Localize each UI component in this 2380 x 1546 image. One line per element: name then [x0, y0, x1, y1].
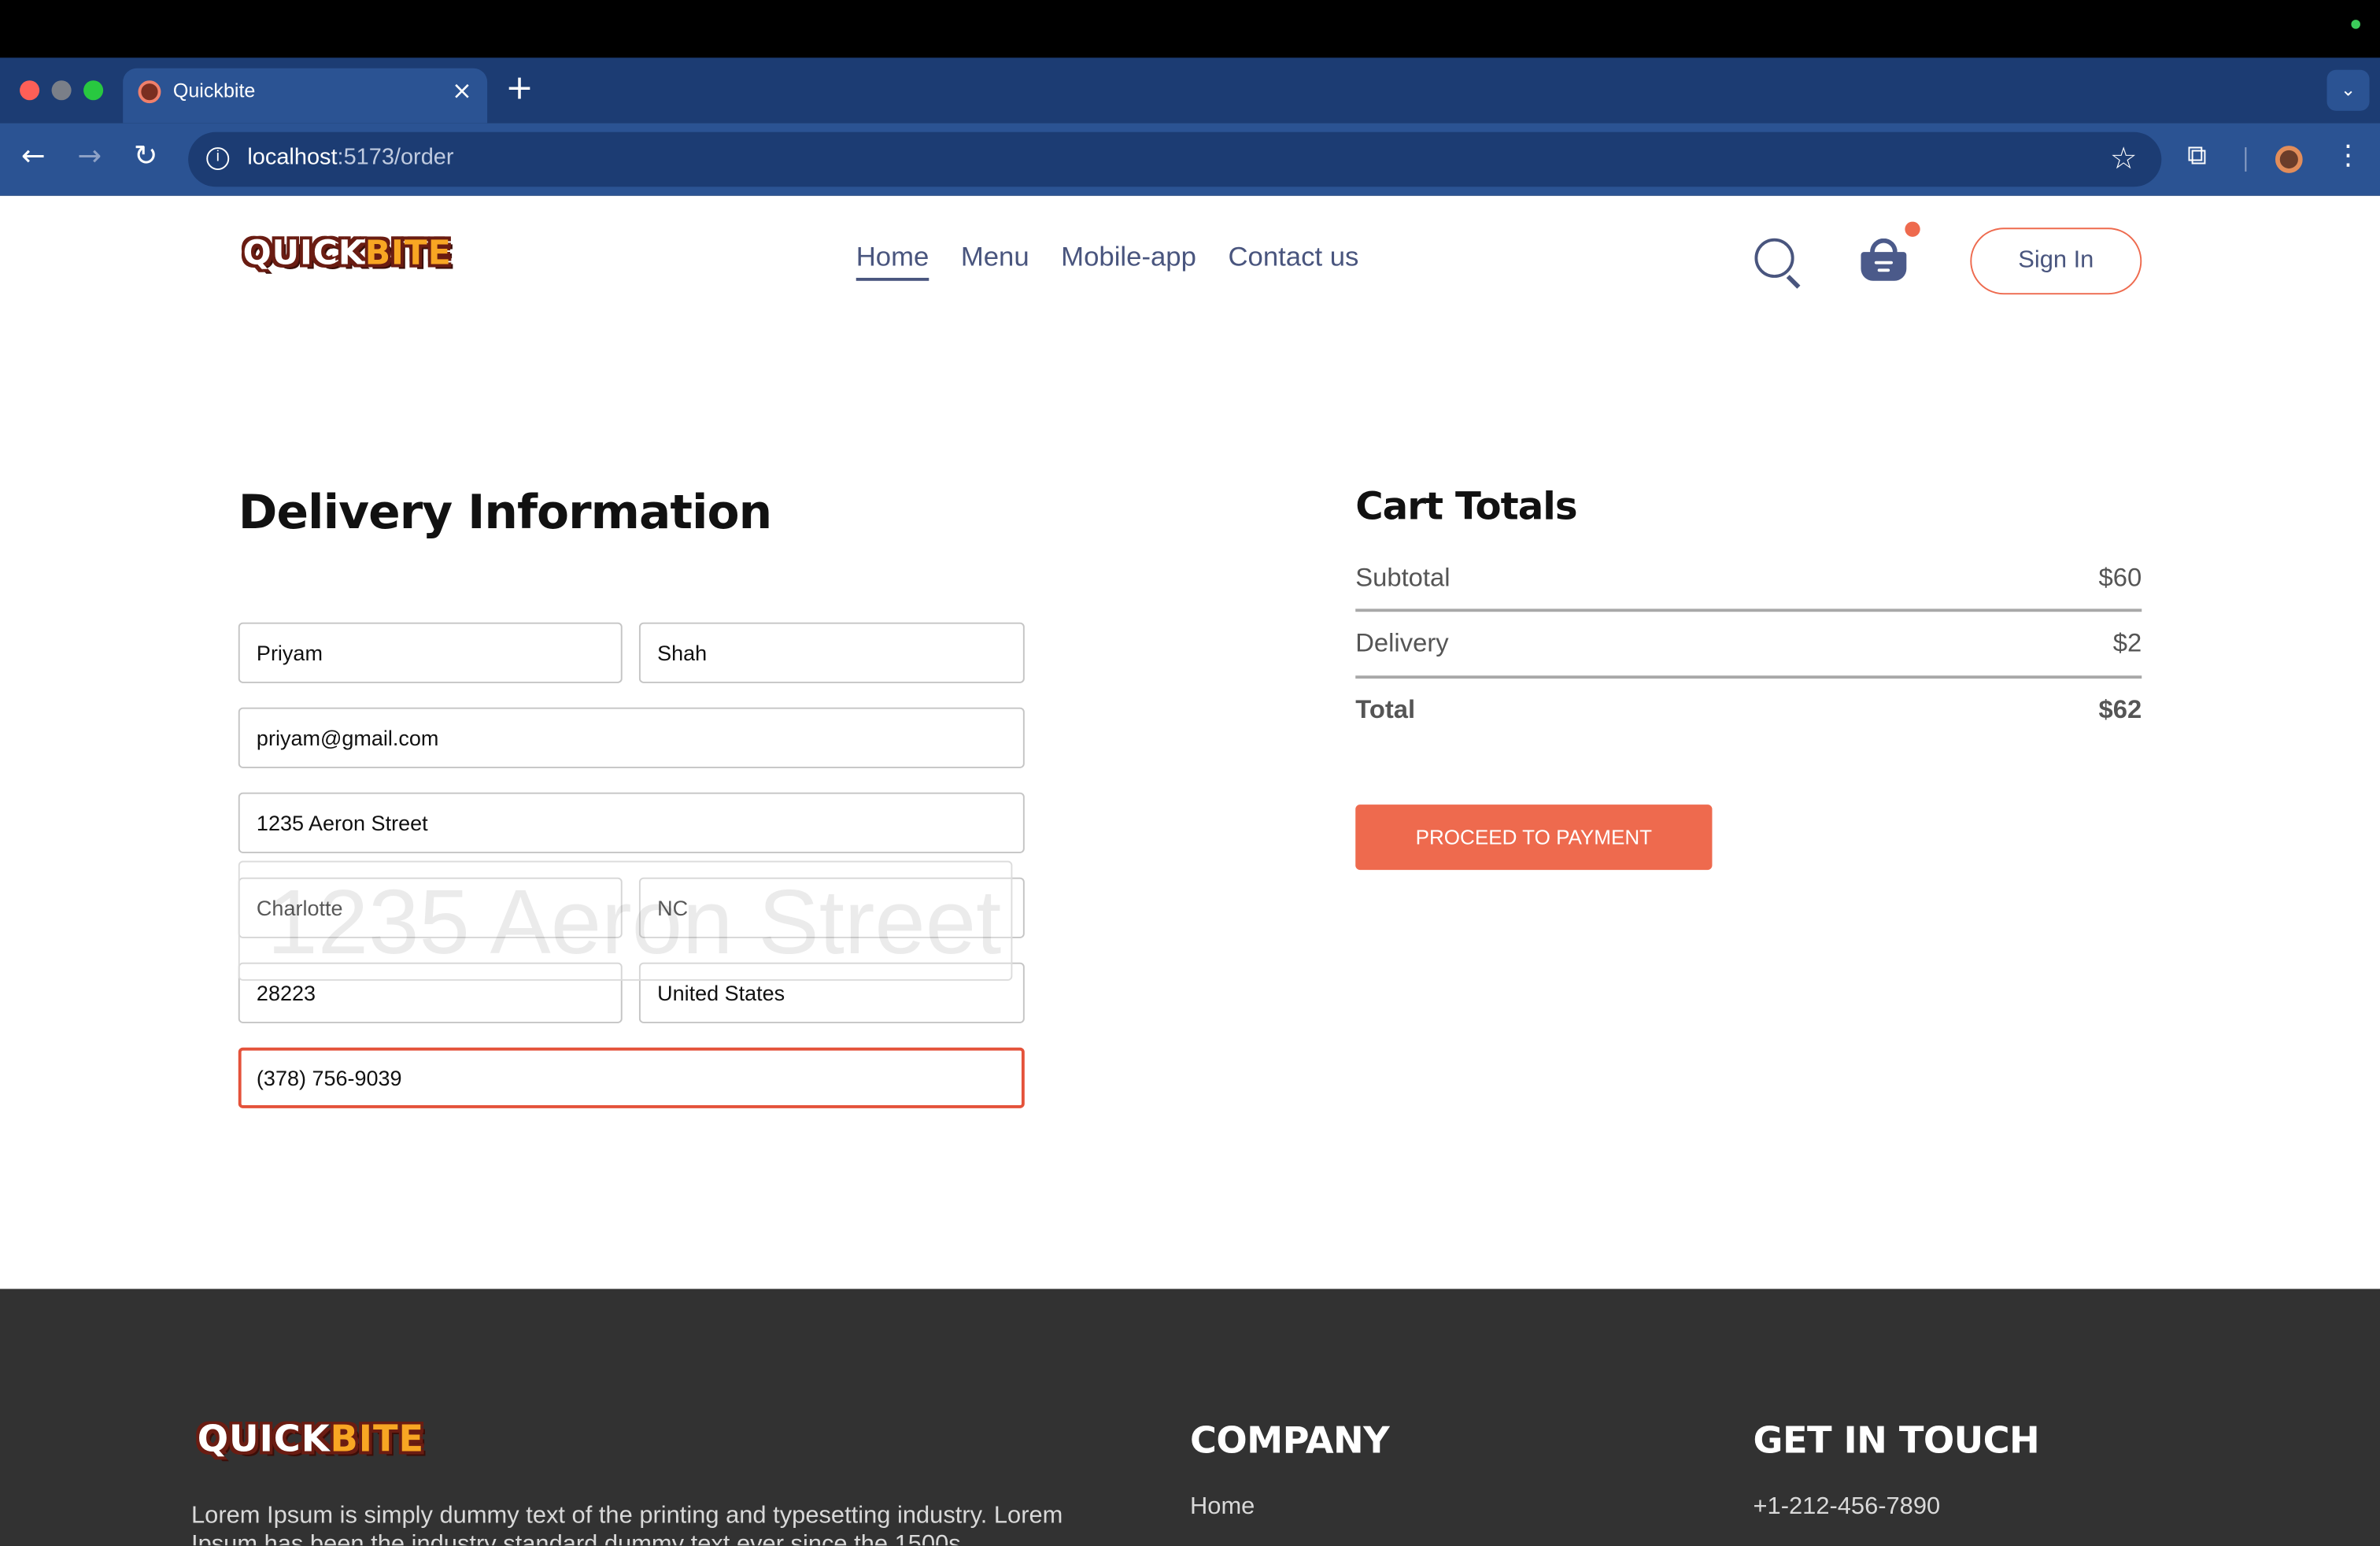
basket-body: [1861, 252, 1907, 281]
company-heading: COMPANY: [1190, 1419, 1390, 1463]
nav-home[interactable]: Home: [856, 242, 929, 281]
cart-totals-title: Cart Totals: [1355, 484, 1577, 529]
url-path: :5173/order: [337, 144, 454, 171]
address-bar[interactable]: i localhost:5173/order ☆: [188, 131, 2162, 187]
url-host: localhost: [247, 144, 338, 171]
forward-icon[interactable]: →: [77, 139, 102, 172]
email-field[interactable]: priyam@gmail.com: [238, 707, 1025, 768]
bookmark-star-icon[interactable]: ☆: [2110, 139, 2138, 176]
footer-description: Lorem Ipsum is simply dummy text of the …: [191, 1503, 1063, 1546]
cart-notification-dot: [1905, 221, 1920, 237]
delivery-fee-label: Delivery: [1355, 628, 1449, 658]
footer-link-home[interactable]: Home: [1190, 1494, 1255, 1522]
nav-menu[interactable]: Menu: [961, 242, 1029, 281]
main-nav: Home Menu Mobile-app Contact us: [856, 242, 1358, 281]
logo-text-quick: QUICK: [197, 1418, 331, 1461]
status-indicator-dot: [2351, 20, 2360, 29]
new-tab-button[interactable]: +: [505, 70, 534, 108]
delivery-title: Delivery Information: [238, 486, 772, 541]
street-field[interactable]: 1235 Aeron Street: [238, 792, 1025, 853]
screen: Quickbite × + ⌄ ← → ↻ i localhost:5173/o…: [0, 0, 2380, 1546]
first-name-field[interactable]: Priyam: [238, 622, 623, 683]
contact-phone: +1-212-456-7890: [1753, 1493, 1941, 1520]
basket-stripe: [1877, 268, 1890, 272]
reload-icon[interactable]: ↻: [134, 139, 158, 172]
nav-contact-us[interactable]: Contact us: [1228, 242, 1358, 281]
total-value: $62: [2098, 695, 2142, 724]
last-name-field[interactable]: Shah: [638, 622, 1025, 683]
phone-field[interactable]: (378) 756-9039: [238, 1047, 1025, 1108]
site-footer: QUICKBITE Lorem Ipsum is simply dummy te…: [0, 1289, 2380, 1546]
footer-logo: QUICKBITE: [198, 1418, 424, 1460]
logo-text-bite: BITE: [330, 1418, 425, 1461]
toolbar-divider: [2245, 147, 2247, 172]
tab-title: Quickbite: [172, 79, 256, 102]
window-zoom-button[interactable]: [83, 80, 104, 101]
browser-tab[interactable]: Quickbite ×: [123, 68, 488, 124]
subtotal-value: $60: [2098, 563, 2142, 593]
profile-avatar[interactable]: [2275, 146, 2303, 173]
country-field[interactable]: United States: [638, 962, 1025, 1023]
site-info-icon[interactable]: i: [206, 147, 230, 171]
basket-stripe: [1874, 261, 1893, 264]
back-icon[interactable]: ←: [21, 139, 46, 172]
nav-mobile-app[interactable]: Mobile-app: [1061, 242, 1196, 281]
window-close-button[interactable]: [20, 80, 40, 101]
browser-menu-icon[interactable]: ⋮: [2334, 139, 2362, 172]
divider: [1355, 675, 2142, 679]
logo-text-bite: BITE: [364, 235, 452, 274]
subtotal-row: Subtotal $60: [1355, 564, 2142, 597]
tab-search-button[interactable]: ⌄: [2326, 69, 2370, 111]
extensions-icon[interactable]: ⧉: [2187, 139, 2219, 172]
web-page: QUICKBITE Home Menu Mobile-app Contact u…: [0, 195, 2380, 1546]
get-in-touch-heading: GET IN TOUCH: [1753, 1419, 2040, 1463]
delivery-fee-value: $2: [2112, 628, 2142, 658]
subtotal-label: Subtotal: [1355, 563, 1451, 593]
total-row: Total $62: [1355, 695, 2142, 728]
sign-in-button[interactable]: Sign In: [1970, 227, 2142, 295]
basket-icon[interactable]: [1861, 238, 1907, 284]
total-label: Total: [1355, 695, 1416, 724]
state-field[interactable]: NC: [638, 877, 1025, 938]
search-icon[interactable]: [1754, 238, 1794, 278]
city-field[interactable]: Charlotte: [238, 877, 623, 938]
zip-code-field[interactable]: 28223: [238, 962, 623, 1023]
url-text: localhost:5173/order: [247, 144, 453, 170]
proceed-to-payment-button[interactable]: PROCEED TO PAYMENT: [1355, 804, 1713, 871]
window-minimize-button[interactable]: [51, 80, 72, 101]
delivery-fee-row: Delivery $2: [1355, 628, 2142, 661]
header-logo[interactable]: QUICKBITE: [243, 235, 452, 273]
divider: [1355, 608, 2142, 612]
tab-close-icon[interactable]: ×: [452, 76, 472, 105]
os-top-bar: [0, 0, 2380, 58]
favicon-icon: [138, 80, 161, 104]
logo-text-quick: QUICK: [242, 235, 365, 274]
